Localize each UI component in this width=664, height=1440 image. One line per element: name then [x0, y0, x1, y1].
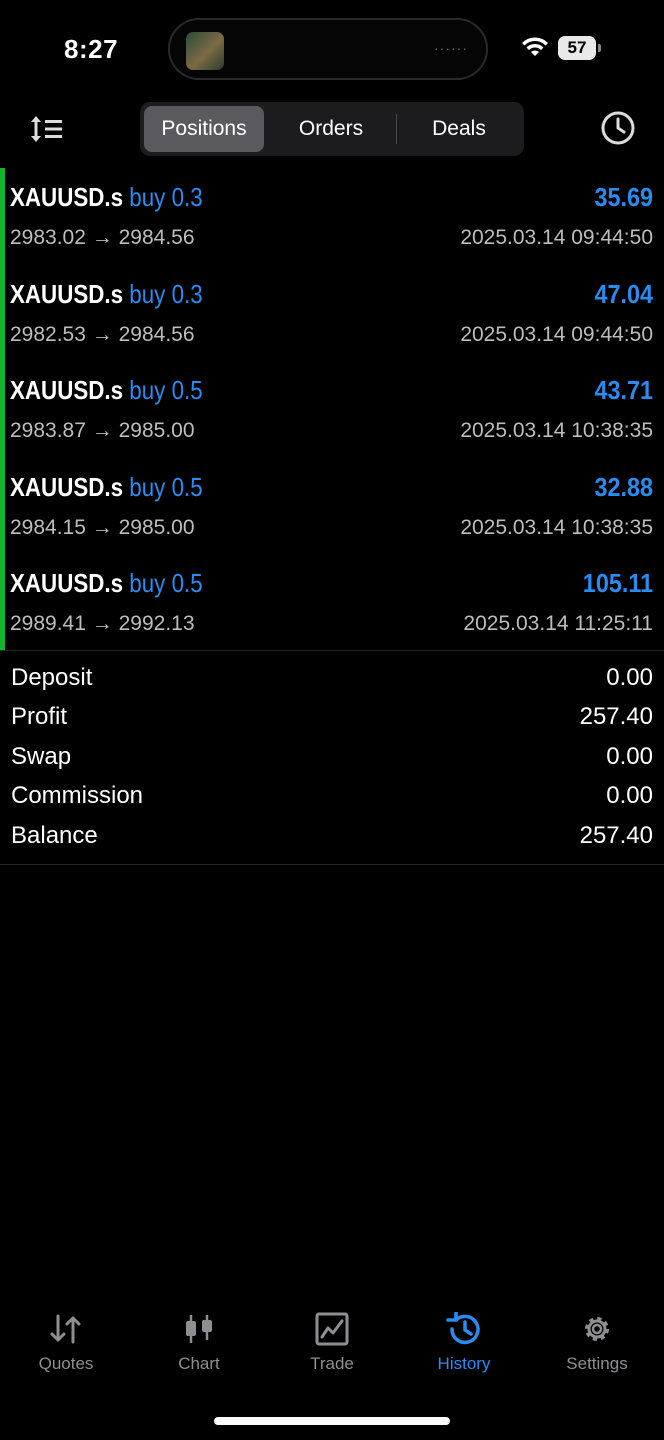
- summary-row-balance: Balance 257.40: [0, 818, 664, 857]
- summary-divider: [0, 864, 664, 865]
- open-price: 2982.53: [10, 322, 86, 346]
- tab-settings[interactable]: Settings: [531, 1312, 663, 1374]
- symbol: XAUUSD.s: [10, 568, 124, 598]
- summary-value: 0.00: [606, 782, 653, 810]
- symbol: XAUUSD.s: [10, 182, 124, 212]
- close-price: 2992.13: [118, 612, 195, 635]
- close-price: 2984.56: [118, 226, 195, 249]
- summary-value: 257.40: [579, 703, 653, 731]
- audio-waveform-icon: ······: [434, 40, 468, 56]
- battery-tip: [598, 44, 601, 52]
- position-time: 2025.03.14 10:38:35: [460, 515, 653, 539]
- settings-icon: [585, 1317, 609, 1341]
- tab-label: Quotes: [38, 1354, 94, 1373]
- open-price: 2989.41: [10, 612, 86, 635]
- home-indicator[interactable]: [214, 1417, 450, 1425]
- position-row[interactable]: XAUUSD.s buy 0.3 47.04 2982.53 → 2984.56…: [0, 265, 664, 362]
- tab-deals[interactable]: Deals: [398, 106, 520, 152]
- summary-label: Commission: [11, 782, 144, 810]
- position-row[interactable]: XAUUSD.s buy 0.5 32.88 2984.15 → 2985.00…: [0, 458, 664, 555]
- summary-label: Profit: [11, 703, 68, 731]
- close-price: 2984.56: [118, 322, 195, 346]
- direction: buy: [129, 278, 166, 309]
- segmented-control: Positions Orders Deals: [140, 102, 524, 156]
- close-price: 2985.00: [118, 515, 195, 539]
- summary-row-commission: Commission 0.00: [0, 778, 664, 817]
- open-price: 2983.02: [10, 226, 86, 249]
- volume: 0.5: [171, 375, 203, 405]
- trade-icon: [315, 1312, 349, 1346]
- volume: 0.3: [171, 278, 203, 309]
- direction: buy: [129, 471, 166, 502]
- tab-positions[interactable]: Positions: [144, 106, 264, 152]
- direction: buy: [129, 182, 166, 212]
- position-time: 2025.03.14 09:44:50: [460, 226, 653, 249]
- dynamic-island[interactable]: ······: [168, 18, 488, 80]
- symbol: XAUUSD.s: [10, 278, 124, 309]
- arrow-icon: →: [91, 515, 113, 539]
- summary-label: Balance: [11, 821, 98, 849]
- direction: buy: [129, 375, 166, 405]
- tab-quotes[interactable]: Quotes: [0, 1312, 132, 1374]
- now-playing-artwork: [186, 32, 224, 70]
- sort-icon[interactable]: [28, 112, 66, 146]
- chart-icon: [186, 1315, 212, 1343]
- summary-row-swap: Swap 0.00: [0, 739, 664, 778]
- volume: 0.3: [171, 182, 203, 212]
- profit: 47.04: [594, 278, 653, 309]
- position-row[interactable]: XAUUSD.s buy 0.5 105.11 2989.41 → 2992.1…: [0, 554, 664, 651]
- direction: buy: [129, 568, 166, 598]
- symbol: XAUUSD.s: [10, 375, 124, 405]
- arrow-icon: →: [91, 612, 113, 635]
- summary-section: Deposit 0.00 Profit 257.40 Swap 0.00 Com…: [0, 660, 664, 865]
- tab-orders[interactable]: Orders: [268, 106, 394, 152]
- segment-divider: [396, 114, 397, 144]
- position-row[interactable]: XAUUSD.s buy 0.3 35.69 2983.02 → 2984.56…: [0, 168, 664, 265]
- summary-label: Deposit: [11, 664, 93, 691]
- summary-row-profit: Profit 257.40: [0, 699, 664, 738]
- tab-trade[interactable]: Trade: [266, 1312, 398, 1374]
- tab-chart[interactable]: Chart: [133, 1312, 265, 1374]
- profit: 35.69: [594, 182, 653, 212]
- symbol: XAUUSD.s: [10, 471, 124, 502]
- close-price: 2985.00: [118, 419, 195, 442]
- battery-icon: 57: [558, 36, 596, 60]
- wifi-icon: [522, 37, 548, 56]
- summary-value: 0.00: [606, 664, 653, 691]
- open-price: 2983.87: [10, 419, 86, 442]
- tab-history[interactable]: History: [398, 1312, 530, 1374]
- positions-list: XAUUSD.s buy 0.3 35.69 2983.02 → 2984.56…: [0, 168, 664, 651]
- volume: 0.5: [171, 471, 203, 502]
- summary-label: Swap: [11, 742, 72, 770]
- tab-label: Trade: [310, 1354, 354, 1373]
- summary-value: 257.40: [579, 821, 653, 849]
- position-time: 2025.03.14 10:38:35: [460, 419, 653, 442]
- summary-row-deposit: Deposit 0.00: [0, 660, 664, 699]
- summary-value: 0.00: [606, 742, 653, 770]
- profit: 105.11: [582, 568, 653, 598]
- history-period-clock-icon[interactable]: [600, 110, 636, 146]
- tab-label: Chart: [178, 1354, 220, 1373]
- volume: 0.5: [171, 568, 203, 598]
- quotes-icon: [50, 1314, 81, 1344]
- position-time: 2025.03.14 09:44:50: [460, 322, 653, 346]
- tab-label: Settings: [566, 1354, 628, 1373]
- arrow-icon: →: [91, 419, 113, 442]
- arrow-icon: →: [91, 322, 113, 346]
- tab-label: History: [437, 1354, 491, 1373]
- profit: 43.71: [594, 375, 653, 405]
- history-icon: [446, 1312, 480, 1345]
- list-divider: [0, 650, 664, 651]
- open-price: 2984.15: [10, 515, 86, 539]
- position-time: 2025.03.14 11:25:11: [463, 612, 653, 635]
- status-time: 8:27: [64, 34, 119, 64]
- position-row[interactable]: XAUUSD.s buy 0.5 43.71 2983.87 → 2985.00…: [0, 361, 664, 458]
- arrow-icon: →: [91, 226, 113, 249]
- profit: 32.88: [594, 471, 653, 502]
